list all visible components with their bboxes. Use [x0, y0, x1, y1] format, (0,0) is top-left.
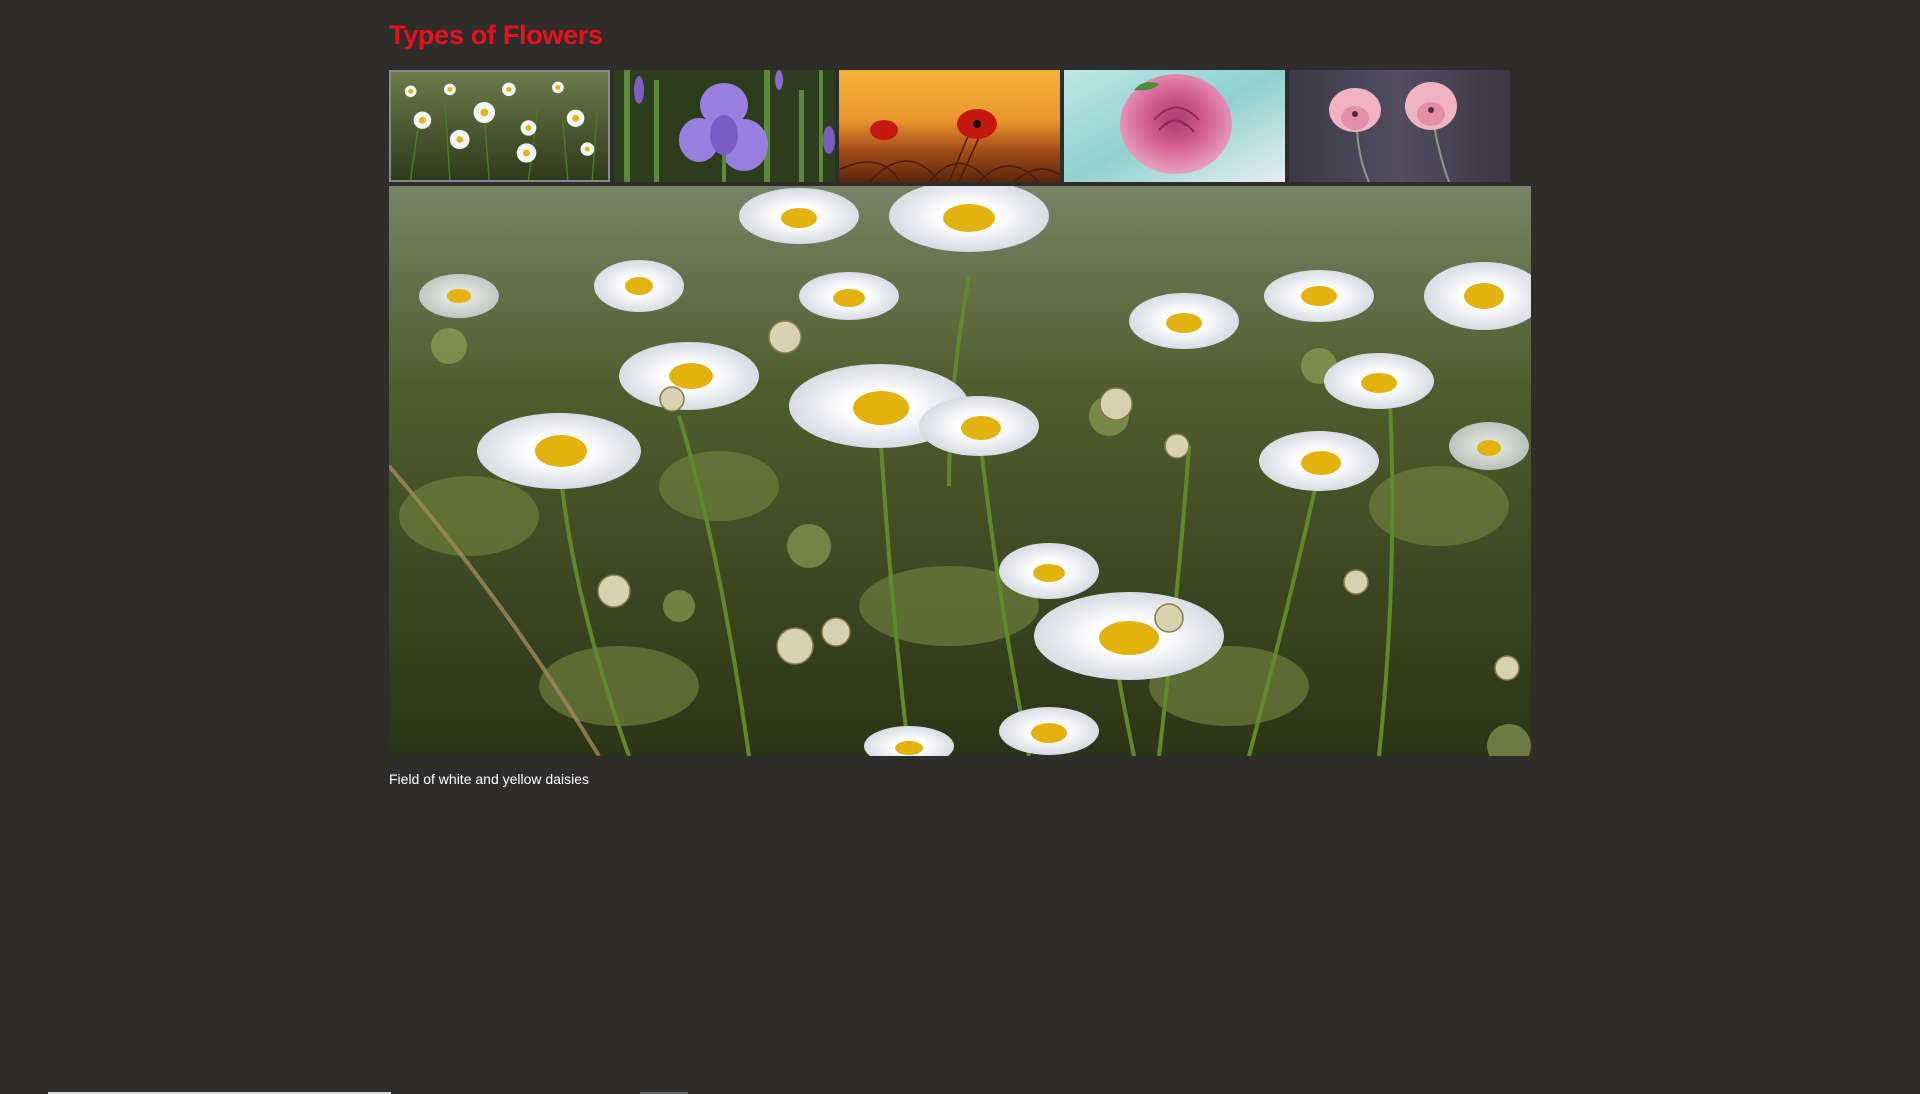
thumbnail-tulips[interactable] — [1289, 70, 1510, 182]
iris-thumbnail-icon — [614, 70, 835, 182]
thumbnail-poppy[interactable] — [839, 70, 1060, 182]
daisies-main-image-icon — [389, 186, 1531, 756]
poppy-thumbnail-icon — [839, 70, 1060, 182]
image-caption: Field of white and yellow daisies — [389, 771, 589, 787]
thumbnail-iris[interactable] — [614, 70, 835, 182]
main-flower-image — [389, 186, 1531, 756]
thumbnail-rose[interactable] — [1064, 70, 1285, 182]
rose-thumbnail-icon — [1064, 70, 1285, 182]
daisies-thumbnail-icon — [391, 72, 608, 180]
thumbnail-daisies[interactable] — [389, 70, 610, 182]
gallery-page: Types of Flowers Field of white and yell… — [0, 0, 1920, 1094]
page-title: Types of Flowers — [389, 20, 603, 50]
horizontal-scrollbar[interactable] — [0, 1090, 1920, 1094]
tulips-thumbnail-icon — [1289, 70, 1510, 182]
